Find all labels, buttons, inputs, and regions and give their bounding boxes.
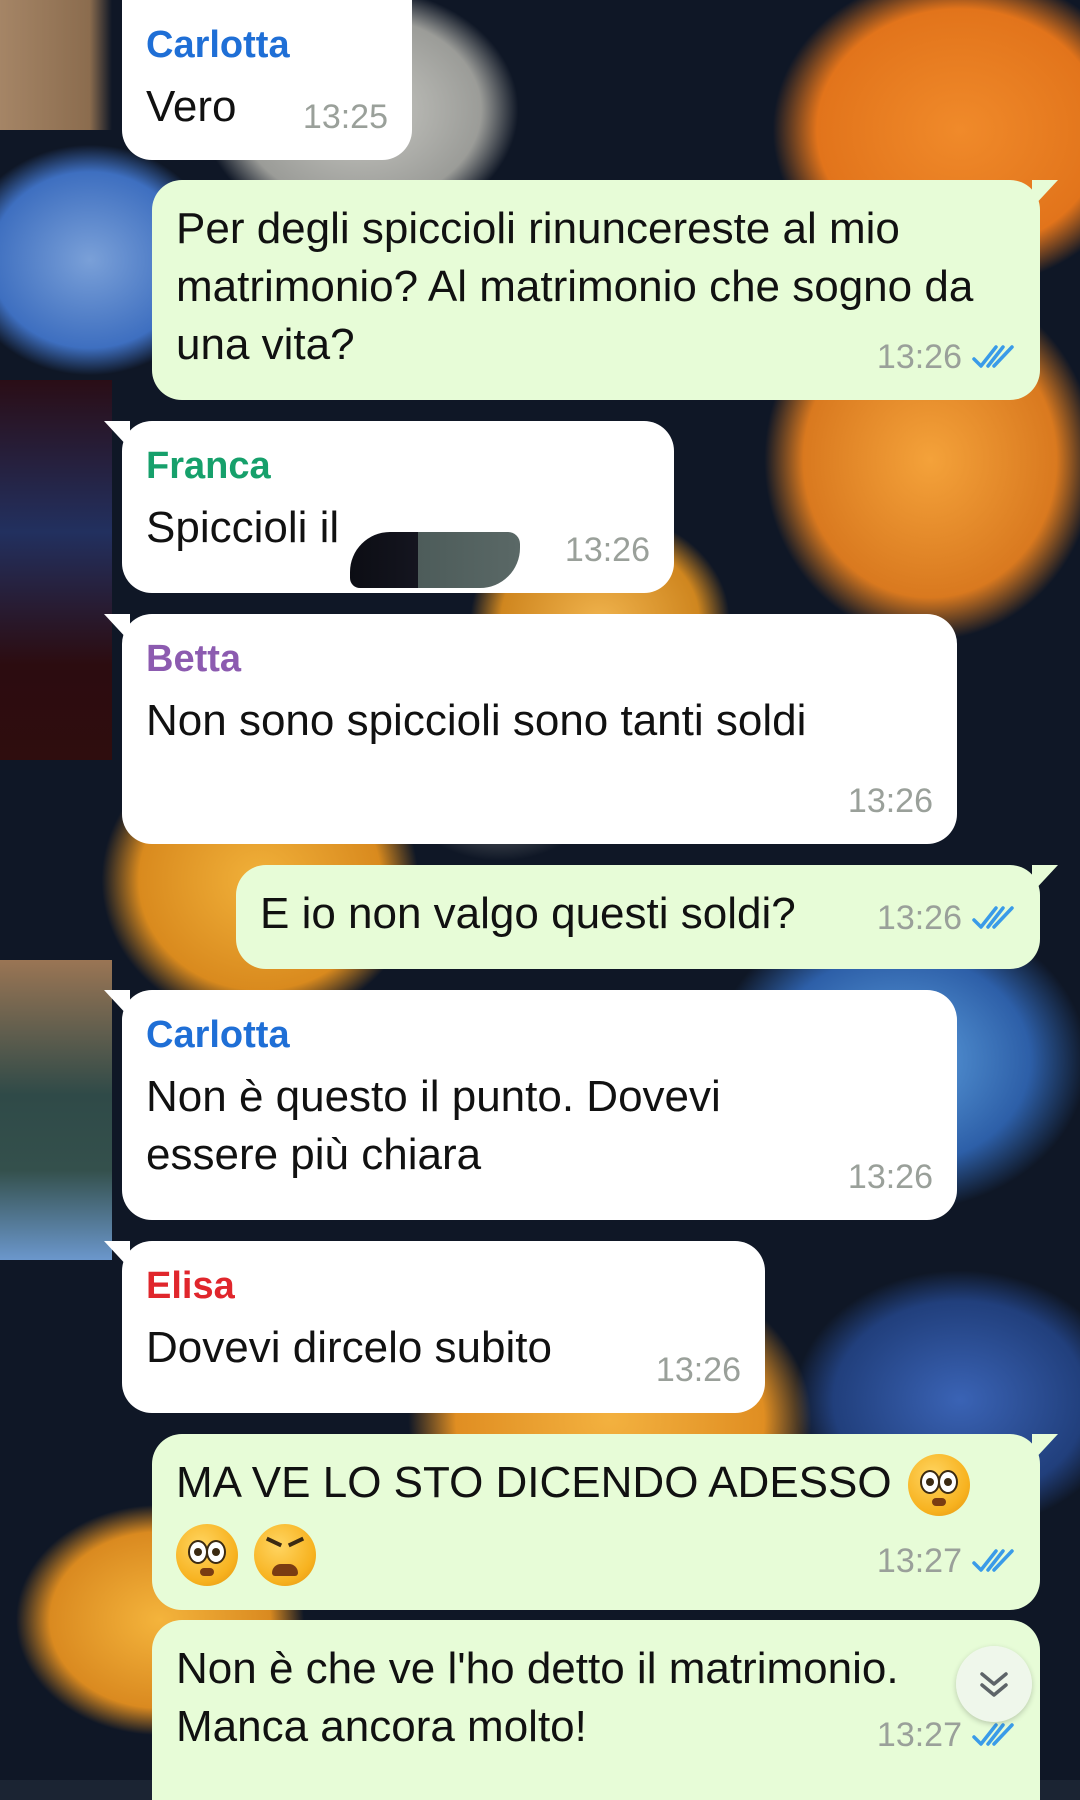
message-time: 13:26 — [876, 338, 962, 376]
message-bubble-outgoing[interactable]: Per degli spiccioli rinuncereste al mio … — [152, 180, 1058, 400]
message-text: Dovevi dircelo subito — [146, 1323, 552, 1372]
message-time: 13:25 — [302, 98, 388, 136]
sender-name[interactable]: Franca — [146, 441, 650, 491]
message-meta: 13:27 — [877, 1526, 1016, 1596]
double-check-icon — [972, 1723, 1014, 1746]
message-time: 13:26 — [847, 782, 933, 820]
message-time: 13:26 — [564, 531, 650, 569]
sender-name[interactable]: Carlotta — [146, 20, 388, 70]
message-time: 13:26 — [876, 899, 962, 937]
message-bubble-outgoing[interactable]: E io non valgo questi soldi? 13:26 — [236, 865, 1058, 969]
message-time: 13:27 — [876, 1542, 962, 1580]
message-text: Non è questo il punto. Dovevi essere più… — [146, 1072, 721, 1179]
message-text: Non sono spiccioli sono tanti soldi — [146, 696, 807, 745]
chevron-double-down-icon — [980, 1672, 1008, 1697]
message-meta: 13:26 — [565, 521, 650, 579]
message-time: 13:26 — [655, 1351, 741, 1389]
flushed-face-emoji — [176, 1524, 238, 1587]
message-bubble-incoming[interactable]: Carlotta Non è questo il punto. Dovevi e… — [104, 990, 957, 1220]
double-check-icon — [972, 906, 1014, 929]
tired-face-emoji — [254, 1524, 317, 1587]
message-bubble-outgoing[interactable]: Non è che ve l'ho detto il matrimonio. M… — [152, 1620, 1040, 1800]
scroll-to-bottom-button[interactable] — [956, 1646, 1032, 1722]
message-text-content: MA VE LO STO DICENDO ADESSO — [176, 1458, 892, 1507]
sender-name[interactable]: Betta — [146, 634, 933, 684]
message-time: 13:26 — [847, 1158, 933, 1196]
message-meta: 13:26 — [848, 772, 933, 830]
message-meta: 13:25 — [303, 88, 388, 146]
message-meta: 13:26 — [848, 1148, 933, 1206]
message-bubble-outgoing[interactable]: MA VE LO STO DICENDO ADESSO 13:27 — [152, 1434, 1058, 1610]
message-list[interactable]: Carlotta Vero 13:25 Per degli spiccioli … — [0, 0, 1080, 1800]
message-bubble-incoming[interactable]: Carlotta Vero 13:25 — [122, 0, 412, 160]
double-check-icon — [972, 345, 1014, 368]
message-time: 13:27 — [876, 1716, 962, 1754]
redaction-mark — [350, 532, 520, 588]
double-check-icon — [972, 1549, 1014, 1572]
message-meta: 13:26 — [877, 328, 1016, 386]
flushed-face-emoji — [907, 1454, 970, 1517]
message-meta: 13:26 — [877, 889, 1016, 947]
sender-name[interactable]: Carlotta — [146, 1010, 933, 1060]
sender-name[interactable]: Elisa — [146, 1261, 741, 1311]
message-meta: 13:26 — [656, 1341, 741, 1399]
message-bubble-incoming[interactable]: Betta Non sono spiccioli sono tanti sold… — [104, 614, 957, 844]
message-bubble-incoming[interactable]: Elisa Dovevi dircelo subito 13:26 — [104, 1241, 765, 1413]
